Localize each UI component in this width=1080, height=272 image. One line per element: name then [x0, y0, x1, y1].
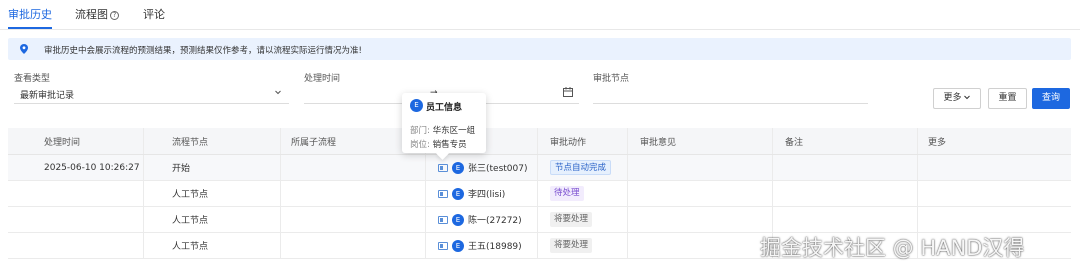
- approver-name[interactable]: 张三(test007): [468, 161, 528, 174]
- row-node: 人工节点: [144, 233, 281, 258]
- tab-comments[interactable]: 评论: [143, 6, 165, 22]
- row-opinion: [628, 233, 773, 258]
- status-badge: 待处理: [550, 186, 584, 201]
- row-node: 人工节点: [144, 207, 281, 232]
- watermark: 掘金技术社区 @ HAND汉得: [760, 236, 1025, 260]
- status-badge: 节点自动完成: [550, 160, 612, 175]
- row-time: [8, 181, 144, 206]
- post-value: 销售专员: [432, 140, 467, 150]
- post-line: 岗位: 销售专员: [410, 138, 467, 150]
- view-type-underline: [14, 103, 289, 104]
- view-type-label: 查看类型: [14, 74, 51, 84]
- post-label: 岗位:: [410, 140, 430, 150]
- row-remarks: [773, 155, 918, 180]
- table-row[interactable]: 2025-06-10 10:26:27 开始 E 张三(test007) 节点自…: [8, 155, 1071, 181]
- id-card-icon[interactable]: [438, 189, 448, 198]
- row-node: 人工节点: [144, 181, 281, 206]
- avatar[interactable]: E: [452, 161, 464, 174]
- avatar: E: [410, 99, 423, 112]
- popover-title: 员工信息: [426, 103, 463, 113]
- row-time: [8, 233, 144, 258]
- row-opinion: [628, 207, 773, 232]
- department-value: 华东区一组: [432, 126, 476, 136]
- table-header: 处理时间 流程节点 所属子流程 审批动作 审批意见 备注 更多: [8, 128, 1071, 155]
- col-process-time: 处理时间: [8, 128, 144, 154]
- id-card-icon[interactable]: [438, 163, 448, 172]
- calendar-icon[interactable]: [563, 87, 573, 97]
- row-approver[interactable]: E 陈一(27272): [426, 207, 538, 232]
- row-subflow: [281, 233, 426, 258]
- row-time: 2025-06-10 10:26:27: [8, 155, 144, 180]
- more-button-label: 更多: [943, 93, 962, 103]
- tab-approval-history[interactable]: 审批历史: [8, 6, 52, 22]
- avatar[interactable]: E: [452, 239, 464, 252]
- row-approver[interactable]: E 李四(lisi): [426, 181, 538, 206]
- col-approval-opinion: 审批意见: [628, 128, 773, 154]
- status-badge: 将要处理: [550, 238, 593, 253]
- row-time: [8, 207, 144, 232]
- row-subflow: [281, 181, 426, 206]
- row-opinion: [628, 155, 773, 180]
- table-row[interactable]: 人工节点 E 李四(lisi) 待处理: [8, 181, 1071, 207]
- col-flow-node: 流程节点: [144, 128, 281, 154]
- avatar[interactable]: E: [452, 213, 464, 226]
- more-button[interactable]: 更多: [933, 88, 981, 109]
- approver-name[interactable]: 李四(lisi): [468, 187, 505, 200]
- status-badge: 将要处理: [550, 212, 593, 227]
- help-icon[interactable]: ?: [110, 11, 119, 20]
- row-more: [918, 181, 1071, 206]
- row-action: 将要处理: [538, 207, 628, 232]
- approval-node-label: 审批节点: [593, 74, 630, 84]
- approver-name[interactable]: 陈一(27272): [468, 213, 522, 226]
- row-subflow: [281, 207, 426, 232]
- active-tab-indicator: [8, 27, 52, 29]
- row-more: [918, 155, 1071, 180]
- department-line: 部门: 华东区一组: [410, 124, 475, 136]
- approver-name[interactable]: 王五(18989): [468, 239, 522, 252]
- id-card-icon[interactable]: [438, 215, 448, 224]
- info-alert: 审批历史中会展示流程的预测结果，预测结果仅作参考，请以流程实际运行情况为准!: [8, 38, 1071, 60]
- col-approval-action: 审批动作: [538, 128, 628, 154]
- tab-flowchart[interactable]: 流程图?: [75, 6, 119, 22]
- row-remarks: [773, 207, 918, 232]
- row-node: 开始: [144, 155, 281, 180]
- table-row[interactable]: 人工节点 E 陈一(27272) 将要处理: [8, 207, 1071, 233]
- chevron-down-icon[interactable]: [274, 88, 282, 96]
- process-time-label: 处理时间: [304, 74, 341, 84]
- row-action: 将要处理: [538, 233, 628, 258]
- col-more: 更多: [928, 137, 947, 148]
- alert-text: 审批历史中会展示流程的预测结果，预测结果仅作参考，请以流程实际运行情况为准!: [44, 46, 362, 56]
- row-remarks: [773, 181, 918, 206]
- row-subflow: [281, 155, 426, 180]
- view-type-select[interactable]: 最新审批记录: [20, 88, 74, 101]
- query-button[interactable]: 查询: [1032, 88, 1070, 109]
- col-remarks: 备注: [773, 128, 918, 154]
- row-action: 节点自动完成: [538, 155, 628, 180]
- id-card-icon[interactable]: [438, 241, 448, 250]
- row-approver[interactable]: E 王五(18989): [426, 233, 538, 258]
- employee-info-popover: E 员工信息 部门: 华东区一组 岗位: 销售专员: [402, 93, 486, 153]
- approval-node-underline: [593, 103, 868, 104]
- row-opinion: [628, 181, 773, 206]
- tab-bar: 审批历史 流程图? 评论: [0, 0, 1080, 30]
- tab-flowchart-label: 流程图: [75, 8, 108, 21]
- avatar[interactable]: E: [452, 187, 464, 200]
- chevron-down-icon: [963, 95, 970, 100]
- reset-button[interactable]: 重置: [988, 88, 1027, 109]
- department-label: 部门:: [410, 126, 430, 136]
- row-more: [918, 207, 1071, 232]
- row-action: 待处理: [538, 181, 628, 206]
- location-pin-icon: [20, 44, 28, 54]
